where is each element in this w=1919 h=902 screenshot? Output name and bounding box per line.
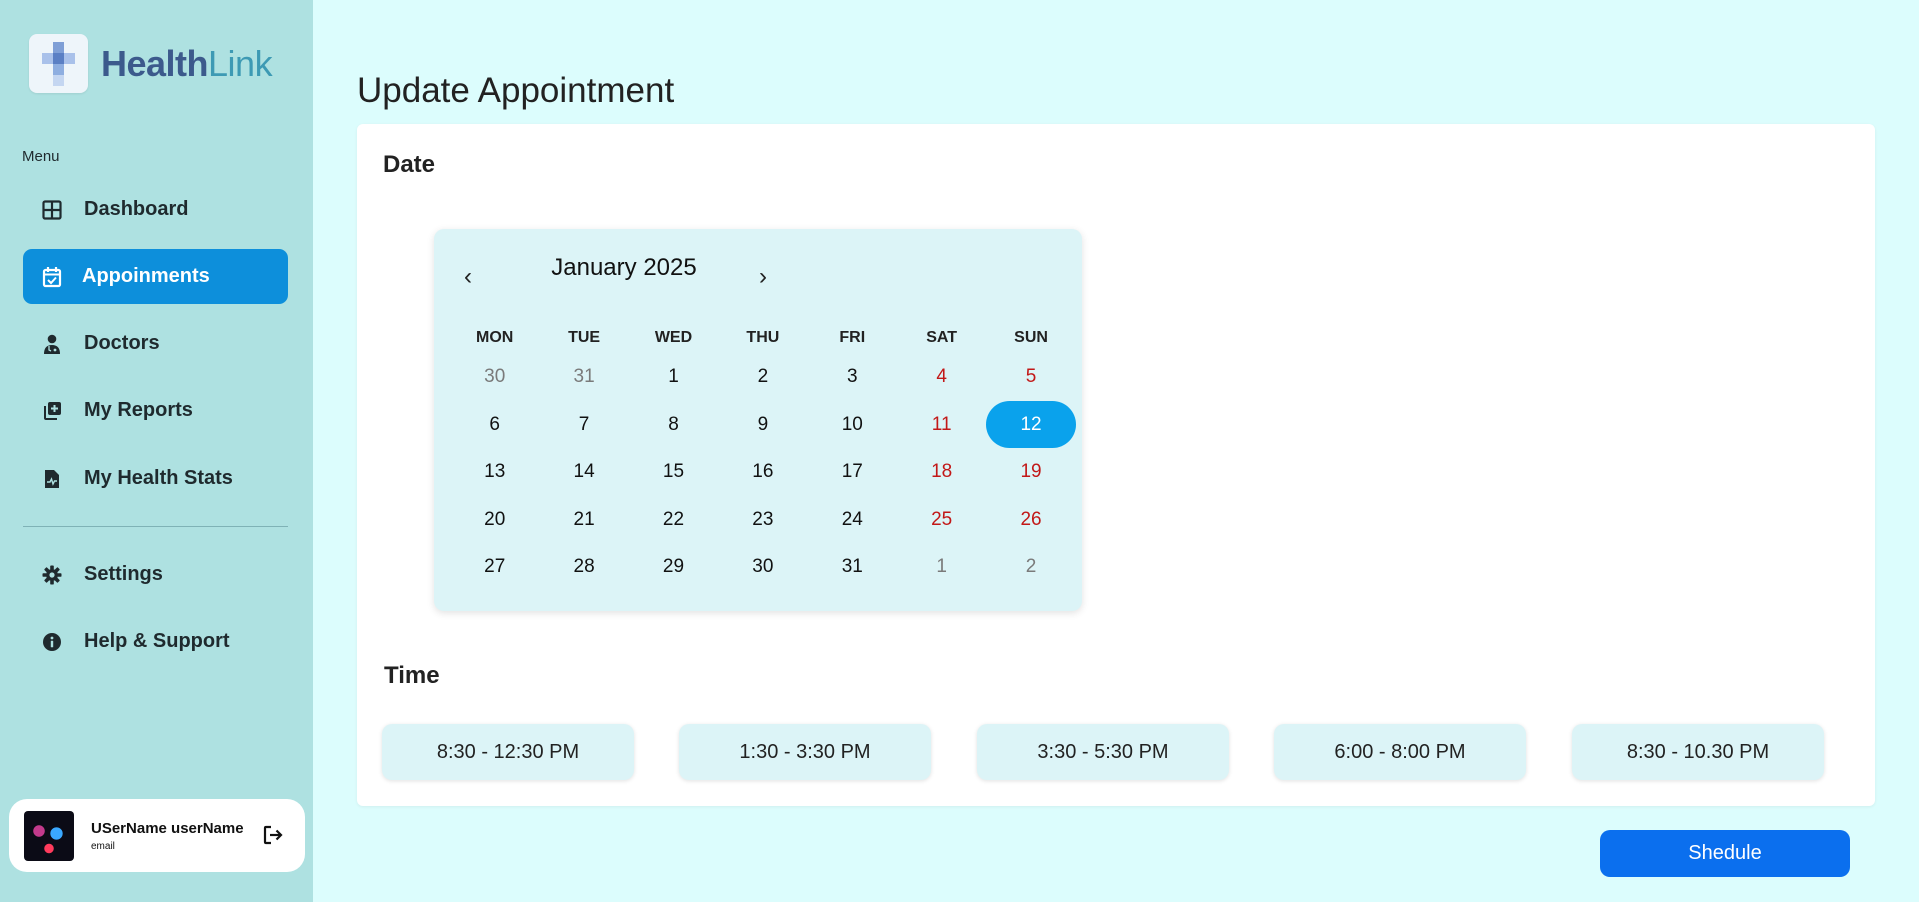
calendar-day[interactable]: 30 xyxy=(450,353,539,400)
sidebar-item-my-reports[interactable]: My Reports xyxy=(23,383,288,438)
calendar-day[interactable]: 28 xyxy=(539,543,628,590)
sidebar-item-doctors[interactable]: Doctors xyxy=(23,316,288,371)
next-month-button[interactable]: › xyxy=(748,263,778,291)
calendar-check-icon xyxy=(38,263,66,291)
calendar-day[interactable]: 6 xyxy=(450,401,539,448)
file-pulse-icon xyxy=(38,465,66,493)
weekday-label: SUN xyxy=(1014,329,1048,346)
sidebar-item-my-health-stats[interactable]: My Health Stats xyxy=(23,451,288,506)
logo-cross-icon xyxy=(29,34,88,93)
user-email: email xyxy=(91,840,115,852)
weekday-label: TUE xyxy=(568,329,601,346)
user-profile-card[interactable]: USerName userName email xyxy=(9,799,305,872)
sidebar-item-label: Settings xyxy=(84,563,163,585)
sidebar-item-settings[interactable]: Settings xyxy=(23,547,288,602)
weekday-label: MON xyxy=(476,329,514,346)
add-copy-icon xyxy=(38,397,66,425)
logo-wordmark: HealthLink xyxy=(101,42,273,84)
sidebar-item-label: My Health Stats xyxy=(84,467,233,489)
calendar-week: 6 7 8 9 10 11 12 xyxy=(450,401,1080,448)
calendar-day[interactable]: 2 xyxy=(986,543,1075,590)
sidebar-item-label: Doctors xyxy=(84,332,160,354)
page-title: Update Appointment xyxy=(357,71,675,110)
calendar-day[interactable]: 5 xyxy=(986,353,1075,400)
calendar-day[interactable]: 4 xyxy=(897,353,986,400)
calendar: ‹ January 2025 › MON TUE WED THU FRI SAT… xyxy=(434,229,1082,611)
calendar-day[interactable]: 17 xyxy=(808,448,897,495)
logout-icon[interactable] xyxy=(262,824,284,846)
date-section-title: Date xyxy=(383,151,436,178)
time-slot-button[interactable]: 8:30 - 10.30 PM xyxy=(1572,724,1824,780)
calendar-day[interactable]: 27 xyxy=(450,543,539,590)
sidebar-item-label: Help & Support xyxy=(84,630,230,652)
time-slot-button[interactable]: 6:00 - 8:00 PM xyxy=(1274,724,1526,780)
schedule-button[interactable]: Shedule xyxy=(1600,830,1850,877)
calendar-week: 27 28 29 30 31 1 2 xyxy=(450,543,1080,590)
weekday-header: MON TUE WED THU FRI SAT SUN xyxy=(450,329,1080,347)
calendar-day[interactable]: 1 xyxy=(629,353,718,400)
calendar-day[interactable]: 22 xyxy=(629,496,718,543)
calendar-week: 20 21 22 23 24 25 26 xyxy=(450,496,1080,543)
calendar-day[interactable]: 15 xyxy=(629,448,718,495)
calendar-day[interactable]: 13 xyxy=(450,448,539,495)
gear-icon xyxy=(38,561,66,589)
weekday-label: THU xyxy=(746,329,780,346)
time-slot-button[interactable]: 1:30 - 3:30 PM xyxy=(679,724,931,780)
weekday-label: FRI xyxy=(839,329,866,346)
calendar-day[interactable]: 14 xyxy=(539,448,628,495)
calendar-day[interactable]: 29 xyxy=(629,543,718,590)
calendar-week: 30 31 1 2 3 4 5 xyxy=(450,353,1080,400)
calendar-week: 13 14 15 16 17 18 19 xyxy=(450,448,1080,495)
healthlink-logo[interactable]: HealthLink xyxy=(29,34,273,93)
calendar-day[interactable]: 18 xyxy=(897,448,986,495)
calendar-day[interactable]: 8 xyxy=(629,401,718,448)
calendar-day[interactable]: 20 xyxy=(450,496,539,543)
calendar-day[interactable]: 3 xyxy=(808,353,897,400)
calendar-day[interactable]: 26 xyxy=(986,496,1075,543)
sidebar-item-label: Dashboard xyxy=(84,198,189,220)
doctor-icon xyxy=(38,330,66,358)
menu-label: Menu xyxy=(22,148,60,165)
calendar-day[interactable]: 24 xyxy=(808,496,897,543)
info-icon xyxy=(38,628,66,656)
calendar-day[interactable]: 10 xyxy=(808,401,897,448)
sidebar-item-help-support[interactable]: Help & Support xyxy=(23,614,288,669)
calendar-day[interactable]: 23 xyxy=(718,496,807,543)
calendar-day[interactable]: 1 xyxy=(897,543,986,590)
calendar-day[interactable]: 2 xyxy=(718,353,807,400)
time-slot-button[interactable]: 8:30 - 12:30 PM xyxy=(382,724,634,780)
calendar-day[interactable]: 19 xyxy=(986,448,1075,495)
calendar-day[interactable]: 16 xyxy=(718,448,807,495)
sidebar-item-dashboard[interactable]: Dashboard xyxy=(23,182,288,237)
sidebar-divider xyxy=(23,526,288,527)
weekday-label: SAT xyxy=(926,329,958,346)
user-name: USerName userName xyxy=(91,819,244,837)
time-section-title: Time xyxy=(384,662,440,689)
calendar-day[interactable]: 30 xyxy=(718,543,807,590)
calendar-month-label: January 2025 xyxy=(551,254,697,281)
sidebar-item-label: My Reports xyxy=(84,399,193,421)
sidebar-item-label: Appoinments xyxy=(82,265,210,287)
calendar-day[interactable]: 31 xyxy=(539,353,628,400)
sidebar-item-appointments[interactable]: Appoinments xyxy=(23,249,288,304)
avatar xyxy=(24,810,74,861)
appointment-form-card: Date ‹ January 2025 › MON TUE WED THU FR… xyxy=(357,124,1875,806)
calendar-day[interactable]: 31 xyxy=(808,543,897,590)
calendar-day[interactable]: 11 xyxy=(897,401,986,448)
calendar-day[interactable]: 25 xyxy=(897,496,986,543)
sidebar: HealthLink Menu Dashboard Appoinments Do… xyxy=(0,0,313,902)
grid-icon xyxy=(38,196,66,224)
calendar-day[interactable]: 9 xyxy=(718,401,807,448)
weekday-label: WED xyxy=(654,329,693,346)
calendar-day[interactable]: 21 xyxy=(539,496,628,543)
time-slot-button[interactable]: 3:30 - 5:30 PM xyxy=(977,724,1229,780)
prev-month-button[interactable]: ‹ xyxy=(453,263,483,291)
calendar-day-selected[interactable]: 12 xyxy=(986,401,1076,448)
calendar-day[interactable]: 7 xyxy=(539,401,628,448)
